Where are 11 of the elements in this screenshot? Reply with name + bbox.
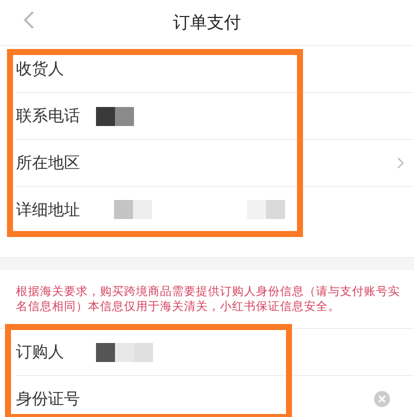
field-label: 收货人 — [16, 58, 65, 80]
back-icon[interactable] — [23, 10, 35, 30]
field-label: 详细地址 — [16, 200, 81, 221]
field-label: 所在地区 — [16, 152, 81, 174]
chevron-icon[interactable] — [397, 157, 404, 169]
field-label: 身份证号 — [16, 388, 81, 410]
clear-icon[interactable] — [374, 391, 390, 407]
customs-notice: 根据海关要求，购买跨境商品需要提供订购人身份信息（请与支付账号实名信息相同）本信息仅用于海关清关，小红书保证信息安全。 — [16, 284, 400, 314]
field-label: 订购人 — [16, 342, 65, 362]
field-label: 联系电话 — [16, 106, 81, 126]
page-title: 订单支付 — [173, 12, 241, 34]
